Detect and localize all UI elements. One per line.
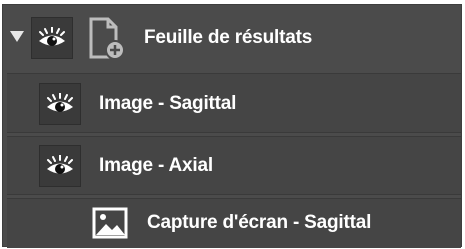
- eye-icon: [39, 27, 65, 46]
- visibility-toggle-button[interactable]: [31, 17, 73, 59]
- results-tree-panel: Feuille de résultats Image - Sagittal Im…: [2, 4, 462, 248]
- tree-item-screenshot-sagittal[interactable]: Capture d'écran - Sagittal: [7, 198, 461, 248]
- eye-icon: [47, 155, 73, 174]
- image-icon: [92, 207, 128, 239]
- tree-item-label: Image - Axial: [99, 155, 213, 176]
- tree-node-results-sheet[interactable]: Feuille de résultats: [3, 5, 461, 71]
- eye-icon: [47, 93, 73, 112]
- tree-item-image-sagittal[interactable]: Image - Sagittal: [7, 73, 461, 133]
- results-sheet-label: Feuille de résultats: [144, 27, 313, 48]
- visibility-toggle-button[interactable]: [39, 83, 81, 125]
- visibility-toggle-button[interactable]: [39, 145, 81, 187]
- tree-item-image-axial[interactable]: Image - Axial: [7, 136, 461, 195]
- document-add-icon: [89, 17, 125, 60]
- tree-item-label: Capture d'écran - Sagittal: [147, 212, 372, 233]
- tree-item-label: Image - Sagittal: [99, 93, 237, 114]
- expand-collapse-caret-icon[interactable]: [10, 31, 24, 42]
